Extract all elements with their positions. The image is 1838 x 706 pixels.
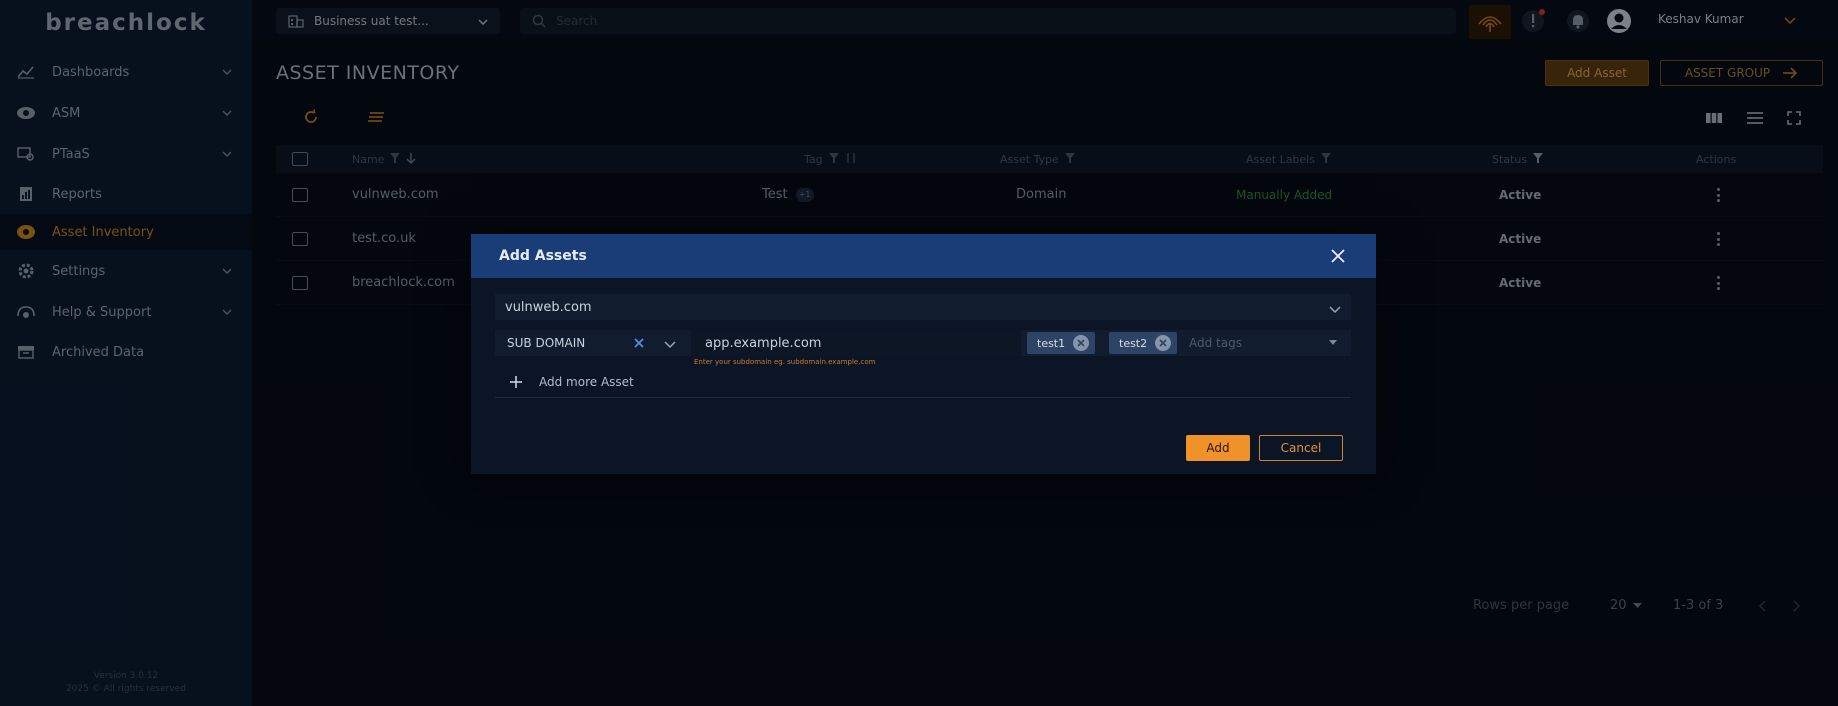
close-icon[interactable] xyxy=(1330,248,1346,264)
subdomain-helper-text: Enter your subdomain eg. subdomain.examp… xyxy=(694,358,876,366)
chevron-down-icon[interactable] xyxy=(663,336,679,352)
add-more-label: Add more Asset xyxy=(539,374,634,389)
subdomain-input[interactable] xyxy=(691,330,1021,356)
cancel-button[interactable]: Cancel xyxy=(1259,435,1343,461)
tag-chip: test1 xyxy=(1027,332,1096,354)
modal-header: Add Assets xyxy=(471,234,1376,278)
asset-type-select[interactable]: SUB DOMAIN xyxy=(495,330,691,356)
domain-select[interactable]: vulnweb.com xyxy=(495,294,1351,320)
tags-input[interactable] xyxy=(1185,330,1315,356)
asset-type-value: SUB DOMAIN xyxy=(507,336,586,350)
add-assets-modal: Add Assets vulnweb.com SUB DOMAIN test1 … xyxy=(471,234,1376,474)
domain-value: vulnweb.com xyxy=(505,299,592,315)
modal-title: Add Assets xyxy=(499,248,587,264)
remove-tag-icon[interactable] xyxy=(1155,335,1172,351)
asset-entry-row: SUB DOMAIN test1 test2 xyxy=(495,330,1351,356)
tag-chip: test2 xyxy=(1109,332,1178,354)
chevron-down-icon xyxy=(1329,302,1341,317)
clear-icon[interactable] xyxy=(631,335,647,351)
add-more-asset-button[interactable]: Add more Asset xyxy=(495,366,1351,398)
plus-icon xyxy=(509,375,523,389)
add-button[interactable]: Add xyxy=(1186,435,1250,461)
remove-tag-icon[interactable] xyxy=(1073,335,1090,351)
caret-down-icon[interactable] xyxy=(1329,340,1337,345)
